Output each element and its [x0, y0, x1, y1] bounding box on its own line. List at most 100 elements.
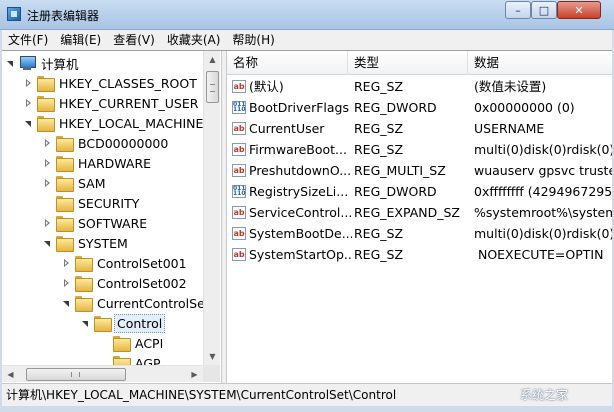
- collapsed-arrow-icon[interactable]: [62, 278, 71, 288]
- value-type-cell: REG_SZ: [354, 121, 404, 136]
- scroll-left-arrow-icon[interactable]: ◀: [2, 366, 19, 383]
- tree-item[interactable]: BCD00000000: [43, 133, 170, 153]
- minimize-button[interactable]: –: [505, 1, 531, 19]
- tree-item[interactable]: ACPI: [100, 333, 165, 353]
- value-type-cell: REG_SZ: [354, 247, 404, 262]
- value-name: SystemBootDe...: [249, 226, 352, 241]
- expanded-arrow-icon[interactable]: [24, 119, 33, 128]
- menu-file[interactable]: 文件(F): [2, 30, 54, 50]
- tree-item[interactable]: SOFTWARE: [43, 213, 149, 233]
- tree-item-label: HKEY_CURRENT_USER: [59, 95, 199, 111]
- tree-item-label: HARDWARE: [78, 155, 152, 171]
- computer-icon: [19, 56, 36, 70]
- scroll-up-arrow-icon[interactable]: ▲: [204, 51, 221, 68]
- expanded-arrow-icon[interactable]: [62, 299, 71, 308]
- scroll-corner: [203, 365, 220, 382]
- column-header-name[interactable]: 名称: [227, 51, 348, 75]
- folder-icon: [113, 336, 131, 352]
- tree-item-label: ACPI: [135, 335, 164, 351]
- menu-view[interactable]: 查看(V): [107, 30, 161, 50]
- binary-value-icon: 011 110: [232, 101, 246, 114]
- expanded-arrow-icon[interactable]: [43, 239, 52, 248]
- collapsed-arrow-icon[interactable]: [24, 78, 33, 88]
- tree-item[interactable]: HKEY_CLASSES_ROOT: [24, 73, 199, 93]
- tree-item-label: CurrentControlSet: [97, 295, 203, 311]
- column-header-data[interactable]: 数据: [468, 51, 612, 75]
- tree-item[interactable]: SAM: [43, 173, 108, 193]
- value-name: FirmwareBoot...: [249, 142, 347, 157]
- value-data-cell: multi(0)disk(0)rdisk(0)p: [474, 226, 612, 241]
- list-item[interactable]: 011 110 BootDriverFlags REG_DWORD 0x0000000…: [227, 97, 612, 118]
- tree-vertical-scrollbar[interactable]: ▲ ▼: [203, 51, 220, 365]
- main-area: 计算机 HKEY_CLASSES_ROOT HKEY_CURRENT_USER HK…: [2, 50, 612, 384]
- collapsed-arrow-icon[interactable]: [62, 258, 71, 268]
- tree-item[interactable]: SECURITY: [43, 193, 141, 213]
- value-data-cell: USERNAME: [474, 121, 545, 136]
- list-item[interactable]: ab PreshutdownO... REG_MULTI_SZ wuauserv gp…: [227, 160, 612, 181]
- folder-icon: [56, 136, 74, 152]
- value-data-cell: 0xffffffff (4294967295): [474, 184, 612, 199]
- string-value-icon: ab: [232, 122, 246, 135]
- collapsed-arrow-icon[interactable]: [43, 218, 52, 228]
- tree-vertical-scroll-thumb[interactable]: [206, 71, 219, 103]
- tree-horizontal-scrollbar[interactable]: ◀ ▶: [2, 365, 203, 382]
- value-name-cell: ab (默认): [232, 76, 352, 97]
- list-item[interactable]: 011 110 RegistrySizeLi... REG_DWORD 0xfffff…: [227, 181, 612, 202]
- value-data-cell: NOEXECUTE=OPTIN: [474, 247, 604, 262]
- collapsed-arrow-icon[interactable]: [43, 138, 52, 148]
- watermark-logo: 系统之家: [520, 388, 569, 402]
- tree-item[interactable]: HARDWARE: [43, 153, 153, 173]
- tree-item[interactable]: HKEY_CURRENT_USER: [24, 93, 200, 113]
- folder-icon: [37, 116, 55, 132]
- list-item[interactable]: ab SystemBootDe... REG_SZ multi(0)disk(0)rd…: [227, 223, 612, 244]
- expanded-arrow-icon[interactable]: [81, 319, 90, 328]
- binary-value-icon: 011 110: [232, 185, 246, 198]
- list-item[interactable]: ab CurrentUser REG_SZ USERNAME: [227, 118, 612, 139]
- list-item[interactable]: ab ServiceControl... REG_EXPAND_SZ %systemr…: [227, 202, 612, 223]
- value-name-cell: ab PreshutdownO...: [232, 160, 352, 181]
- folder-icon: [37, 96, 55, 112]
- value-type-cell: REG_DWORD: [354, 100, 437, 115]
- value-data-cell: %systemroot%\system: [474, 205, 612, 220]
- string-value-icon: ab: [232, 164, 246, 177]
- list-header: 名称 类型 数据: [227, 51, 612, 75]
- tree-item-label: SOFTWARE: [78, 215, 148, 231]
- list-item[interactable]: ab FirmwareBoot... REG_SZ multi(0)disk(0)rd…: [227, 139, 612, 160]
- tree-item-label: 计算机: [41, 56, 79, 72]
- tree-item[interactable]: HKEY_LOCAL_MACHINE: [24, 113, 203, 133]
- tree-item[interactable]: SYSTEM: [43, 233, 130, 253]
- tree-item[interactable]: ControlSet002: [62, 273, 189, 293]
- value-name-cell: ab FirmwareBoot...: [232, 139, 352, 160]
- close-button[interactable]: ✕: [557, 1, 601, 19]
- list-item[interactable]: ab SystemStartOp... REG_SZ NOEXECUTE=OPTIN: [227, 244, 612, 265]
- collapsed-arrow-icon[interactable]: [43, 158, 52, 168]
- value-name: ServiceControl...: [249, 205, 352, 220]
- scroll-down-arrow-icon[interactable]: ▼: [204, 348, 221, 365]
- string-value-icon: ab: [232, 227, 246, 240]
- string-value-icon: ab: [232, 248, 246, 261]
- tree-item-label: SECURITY: [78, 195, 140, 211]
- scroll-right-arrow-icon[interactable]: ▶: [186, 366, 203, 383]
- value-name-cell: 011 110 RegistrySizeLi...: [232, 181, 352, 202]
- value-type-cell: REG_SZ: [354, 142, 404, 157]
- column-header-type[interactable]: 类型: [348, 51, 468, 75]
- tree-item-label: ControlSet002: [97, 275, 187, 291]
- tree-item[interactable]: ControlSet001: [62, 253, 189, 273]
- list-item[interactable]: ab (默认) REG_SZ (数值未设置): [227, 76, 612, 97]
- collapsed-arrow-icon[interactable]: [43, 178, 52, 188]
- window-title: 注册表编辑器: [27, 9, 100, 23]
- tree-item[interactable]: Control: [81, 313, 166, 333]
- value-data-cell: 0x00000000 (0): [474, 100, 575, 115]
- folder-icon: [37, 76, 55, 92]
- value-name: (默认): [249, 79, 284, 94]
- collapsed-arrow-icon[interactable]: [24, 98, 33, 108]
- expanded-arrow-icon[interactable]: [6, 59, 15, 68]
- tree-item[interactable]: AGP: [100, 353, 163, 365]
- tree-horizontal-scroll-thumb[interactable]: [26, 368, 126, 381]
- menu-help[interactable]: 帮助(H): [226, 30, 280, 50]
- tree-item-computer[interactable]: 计算机: [6, 53, 81, 73]
- tree-item[interactable]: CurrentControlSet: [62, 293, 203, 313]
- menu-edit[interactable]: 编辑(E): [54, 30, 107, 50]
- menu-favorites[interactable]: 收藏夹(A): [161, 30, 227, 50]
- maximize-button[interactable]: □: [531, 1, 557, 19]
